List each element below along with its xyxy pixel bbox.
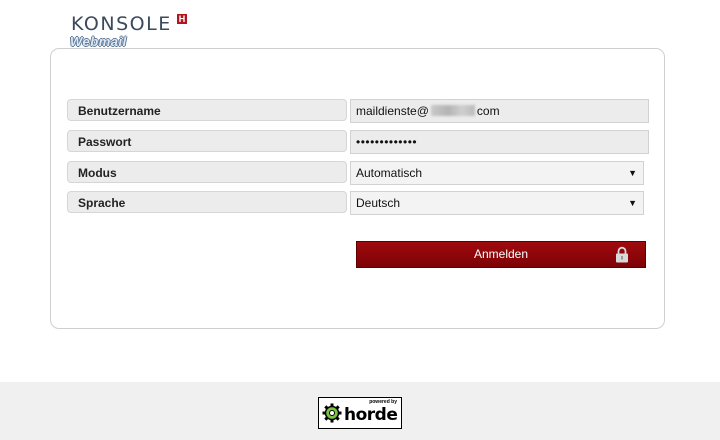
chevron-down-icon: ▼ <box>628 198 637 208</box>
horde-gear-icon <box>322 403 342 423</box>
mode-label: Modus <box>67 161 347 183</box>
language-select[interactable]: Deutsch ▼ <box>350 191 644 215</box>
badge-horde-word: horde <box>344 405 398 425</box>
username-value-prefix: maildienste@ <box>356 104 429 118</box>
username-input[interactable]: maildienste@ com <box>350 99 649 123</box>
language-selected: Deutsch <box>356 196 401 210</box>
lock-icon <box>616 246 628 263</box>
username-label: Benutzername <box>67 99 347 121</box>
footer: powered by horde <box>0 382 720 440</box>
mode-selected: Automatisch <box>356 166 423 180</box>
login-panel: Benutzername maildienste@ com Passwort ••… <box>50 48 665 329</box>
login-button-label: Anmelden <box>473 247 529 261</box>
redacted-blur <box>430 105 475 116</box>
mode-select[interactable]: Automatisch ▼ <box>350 161 644 185</box>
language-row: Sprache Deutsch ▼ <box>67 191 650 215</box>
password-row: Passwort ••••••••••••• <box>67 130 650 154</box>
login-button[interactable]: Anmelden <box>356 241 646 268</box>
logo: KONSOLE H Webmail <box>70 12 201 49</box>
password-label: Passwort <box>67 130 347 152</box>
username-value-suffix: com <box>476 104 500 118</box>
password-input[interactable]: ••••••••••••• <box>350 130 649 154</box>
brand-name: KONSOLE <box>71 13 172 35</box>
chevron-down-icon: ▼ <box>628 168 637 178</box>
powered-by-horde-badge[interactable]: powered by horde <box>318 397 402 429</box>
username-row: Benutzername maildienste@ com <box>67 99 650 123</box>
brand-subtitle: Webmail <box>70 34 127 49</box>
language-label: Sprache <box>67 191 347 213</box>
brand-mark: H <box>177 14 187 24</box>
mode-row: Modus Automatisch ▼ <box>67 161 650 185</box>
